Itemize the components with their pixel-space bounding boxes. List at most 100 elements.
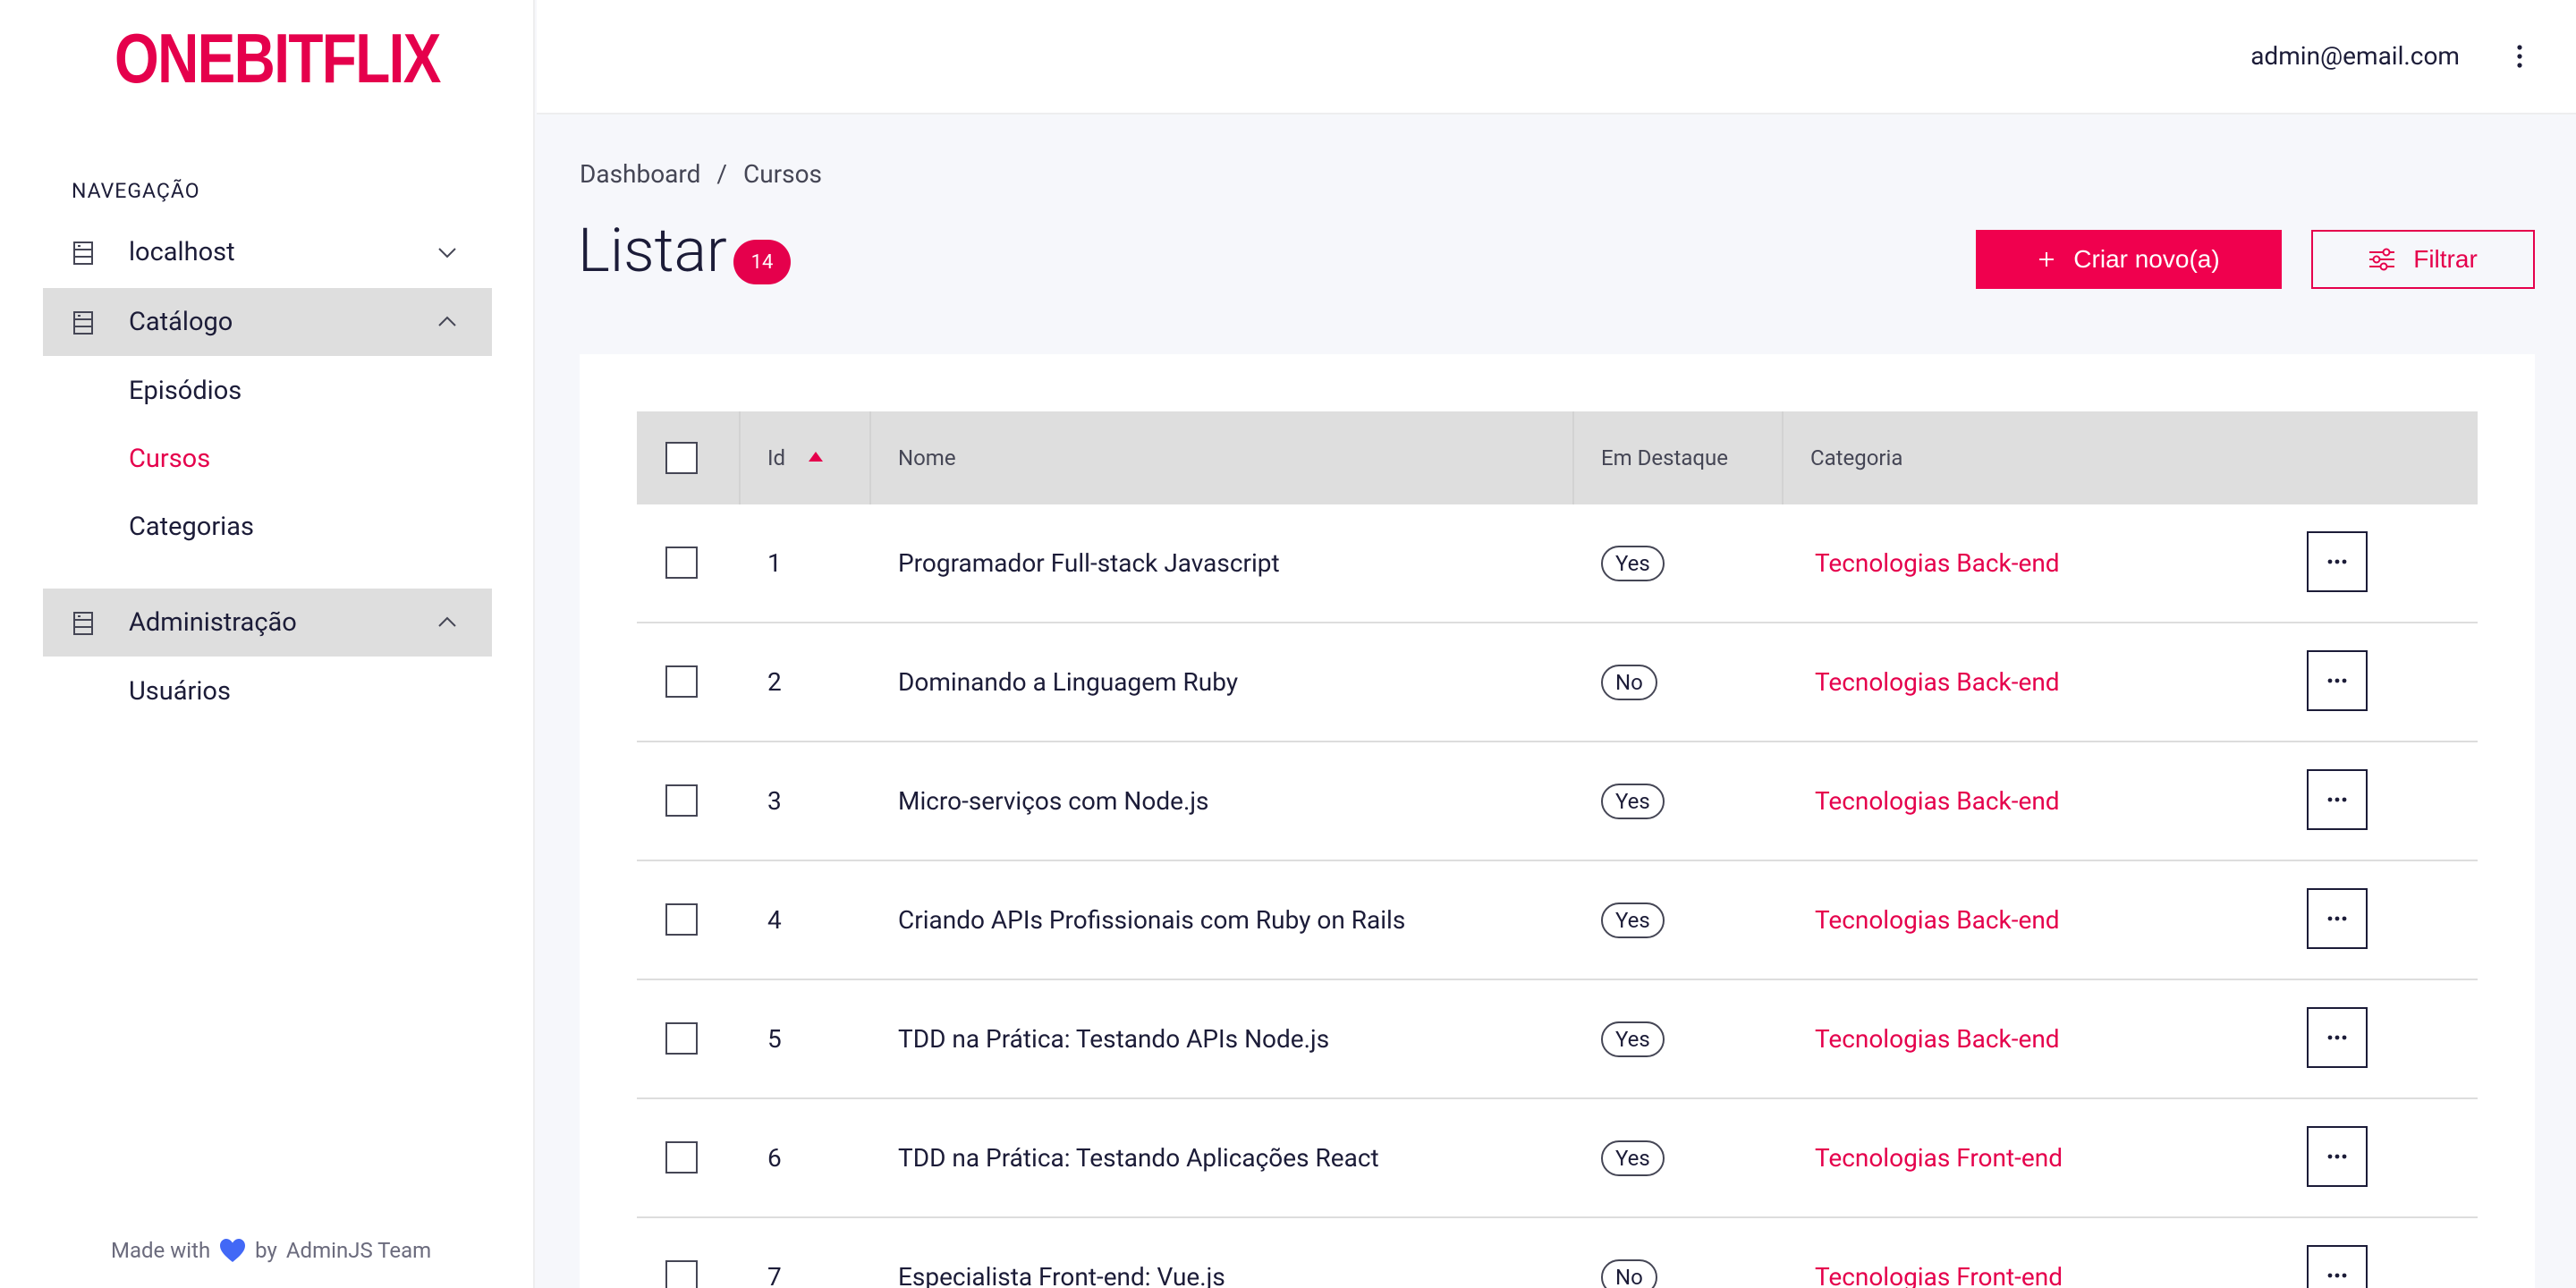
table-row[interactable]: 6 TDD na Prática: Testando Aplicações Re… [637,1099,2478,1218]
record-count-badge: 14 [733,240,791,284]
sidebar-item-usuarios[interactable]: Usuários [129,676,231,707]
sidebar-item-cursos[interactable]: Cursos [129,444,210,474]
column-header-categoria[interactable]: Categoria [1810,411,1902,504]
row-actions-button[interactable] [2307,1245,2368,1288]
filter-button[interactable]: Filtrar [2311,230,2535,289]
cell-nome: Especialista Front-end: Vue.js [898,1262,1225,1288]
row-actions-button[interactable] [2307,650,2368,711]
row-actions-button[interactable] [2307,531,2368,592]
column-separator [1572,411,1574,504]
chevron-down-icon [438,248,456,258]
column-header-em-destaque[interactable]: Em Destaque [1601,411,1728,504]
cell-nome: TDD na Prática: Testando APIs Node.js [898,1024,1330,1054]
more-horizontal-icon [2327,1035,2347,1040]
cell-nome: Dominando a Linguagem Ruby [898,667,1239,697]
sidebar-group-catalogo[interactable]: Catálogo [43,288,492,356]
more-horizontal-icon [2327,1154,2347,1159]
sidebar-group-label: localhost [129,237,235,267]
column-header-id-label: Id [767,445,786,470]
row-checkbox[interactable] [665,1260,698,1288]
table-row[interactable]: 2 Dominando a Linguagem Ruby No Tecnolog… [637,623,2478,742]
topbar: admin@email.com [537,0,2576,114]
sidebar-group-label: Administração [129,607,297,638]
table-row[interactable]: 5 TDD na Prática: Testando APIs Node.js … [637,980,2478,1099]
more-horizontal-icon [2327,559,2347,564]
column-header-nome[interactable]: Nome [898,411,956,504]
cell-id: 4 [767,905,782,935]
adminjs-team-link[interactable]: AdminJS Team [286,1238,431,1263]
made-with-by: by [255,1238,277,1263]
brand-logo[interactable]: ONEBITFLIX [114,23,441,93]
cell-em-destaque-badge: Yes [1601,783,1665,819]
table-body: 1 Programador Full-stack Javascript Yes … [637,504,2478,1288]
row-checkbox[interactable] [665,784,698,817]
table-row[interactable]: 4 Criando APIs Profissionais com Ruby on… [637,861,2478,980]
breadcrumb-cursos[interactable]: Cursos [743,159,822,189]
sidebar-group-localhost[interactable]: localhost [43,218,492,286]
database-icon [73,612,93,635]
table-row[interactable]: 3 Micro-serviços com Node.js Yes Tecnolo… [637,742,2478,861]
cell-em-destaque-badge: Yes [1601,1140,1665,1176]
cell-categoria-link[interactable]: Tecnologias Back-end [1815,905,2060,935]
cell-categoria-link[interactable]: Tecnologias Back-end [1815,786,2060,816]
cell-em-destaque-badge: Yes [1601,545,1665,581]
cell-categoria-link[interactable]: Tecnologias Back-end [1815,667,2060,697]
chevron-up-icon [438,616,456,627]
row-checkbox[interactable] [665,547,698,579]
cell-id: 6 [767,1143,782,1173]
page-title: Listar [578,215,727,286]
sidebar-group-label: Catálogo [129,307,233,337]
sort-asc-icon [809,451,824,462]
cell-id: 1 [767,548,782,578]
made-with-text: Made with [111,1238,211,1263]
table-row[interactable]: 7 Especialista Front-end: Vue.js No Tecn… [637,1218,2478,1288]
sidebar-group-administracao[interactable]: Administração [43,589,492,657]
row-actions-button[interactable] [2307,1126,2368,1187]
cell-id: 3 [767,786,782,816]
plus-icon [2039,252,2055,267]
row-actions-button[interactable] [2307,1007,2368,1068]
breadcrumb-separator: / [716,159,727,189]
column-separator [869,411,871,504]
select-all-checkbox[interactable] [665,442,698,474]
cell-nome: Criando APIs Profissionais com Ruby on R… [898,905,1406,935]
user-email[interactable]: admin@email.com [2250,41,2460,71]
filter-label: Filtrar [2413,245,2478,273]
cell-id: 2 [767,667,782,697]
cell-nome: Programador Full-stack Javascript [898,548,1280,578]
cell-categoria-link[interactable]: Tecnologias Back-end [1815,548,2060,578]
breadcrumb: Dashboard / Cursos [580,159,822,189]
table-row[interactable]: 1 Programador Full-stack Javascript Yes … [637,504,2478,623]
more-horizontal-icon [2327,797,2347,802]
breadcrumb-dashboard[interactable]: Dashboard [580,159,700,189]
heart-icon [220,1239,246,1262]
row-checkbox[interactable] [665,665,698,698]
more-horizontal-icon [2327,916,2347,921]
records-table: Id Nome Em Destaque Categoria 1 Programa… [637,411,2478,1288]
more-horizontal-icon [2327,678,2347,683]
row-checkbox[interactable] [665,1022,698,1055]
cell-em-destaque-badge: Yes [1601,1021,1665,1057]
cell-em-destaque-badge: No [1601,664,1657,700]
cell-categoria-link[interactable]: Tecnologias Back-end [1815,1024,2060,1054]
cell-categoria-link[interactable]: Tecnologias Front-end [1815,1143,2063,1173]
row-actions-button[interactable] [2307,888,2368,949]
sidebar: ONEBITFLIX NAVEGAÇÃO localhost Catálogo … [0,0,535,1288]
cell-nome: Micro-serviços com Node.js [898,786,1209,816]
sidebar-item-episodios[interactable]: Episódios [129,376,242,406]
row-checkbox[interactable] [665,903,698,936]
column-header-id[interactable]: Id [767,411,824,504]
row-actions-button[interactable] [2307,769,2368,830]
create-new-label: Criar novo(a) [2073,245,2220,273]
cell-id: 5 [767,1024,782,1054]
column-separator [739,411,741,504]
cell-nome: TDD na Prática: Testando Aplicações Reac… [898,1143,1379,1173]
sidebar-item-categorias[interactable]: Categorias [129,512,254,542]
cell-categoria-link[interactable]: Tecnologias Front-end [1815,1262,2063,1288]
row-checkbox[interactable] [665,1141,698,1174]
cell-em-destaque-badge: Yes [1601,902,1665,938]
cell-em-destaque-badge: No [1601,1258,1657,1288]
more-vertical-icon[interactable] [2515,45,2524,68]
create-new-button[interactable]: Criar novo(a) [1976,230,2282,289]
database-icon [73,311,93,335]
